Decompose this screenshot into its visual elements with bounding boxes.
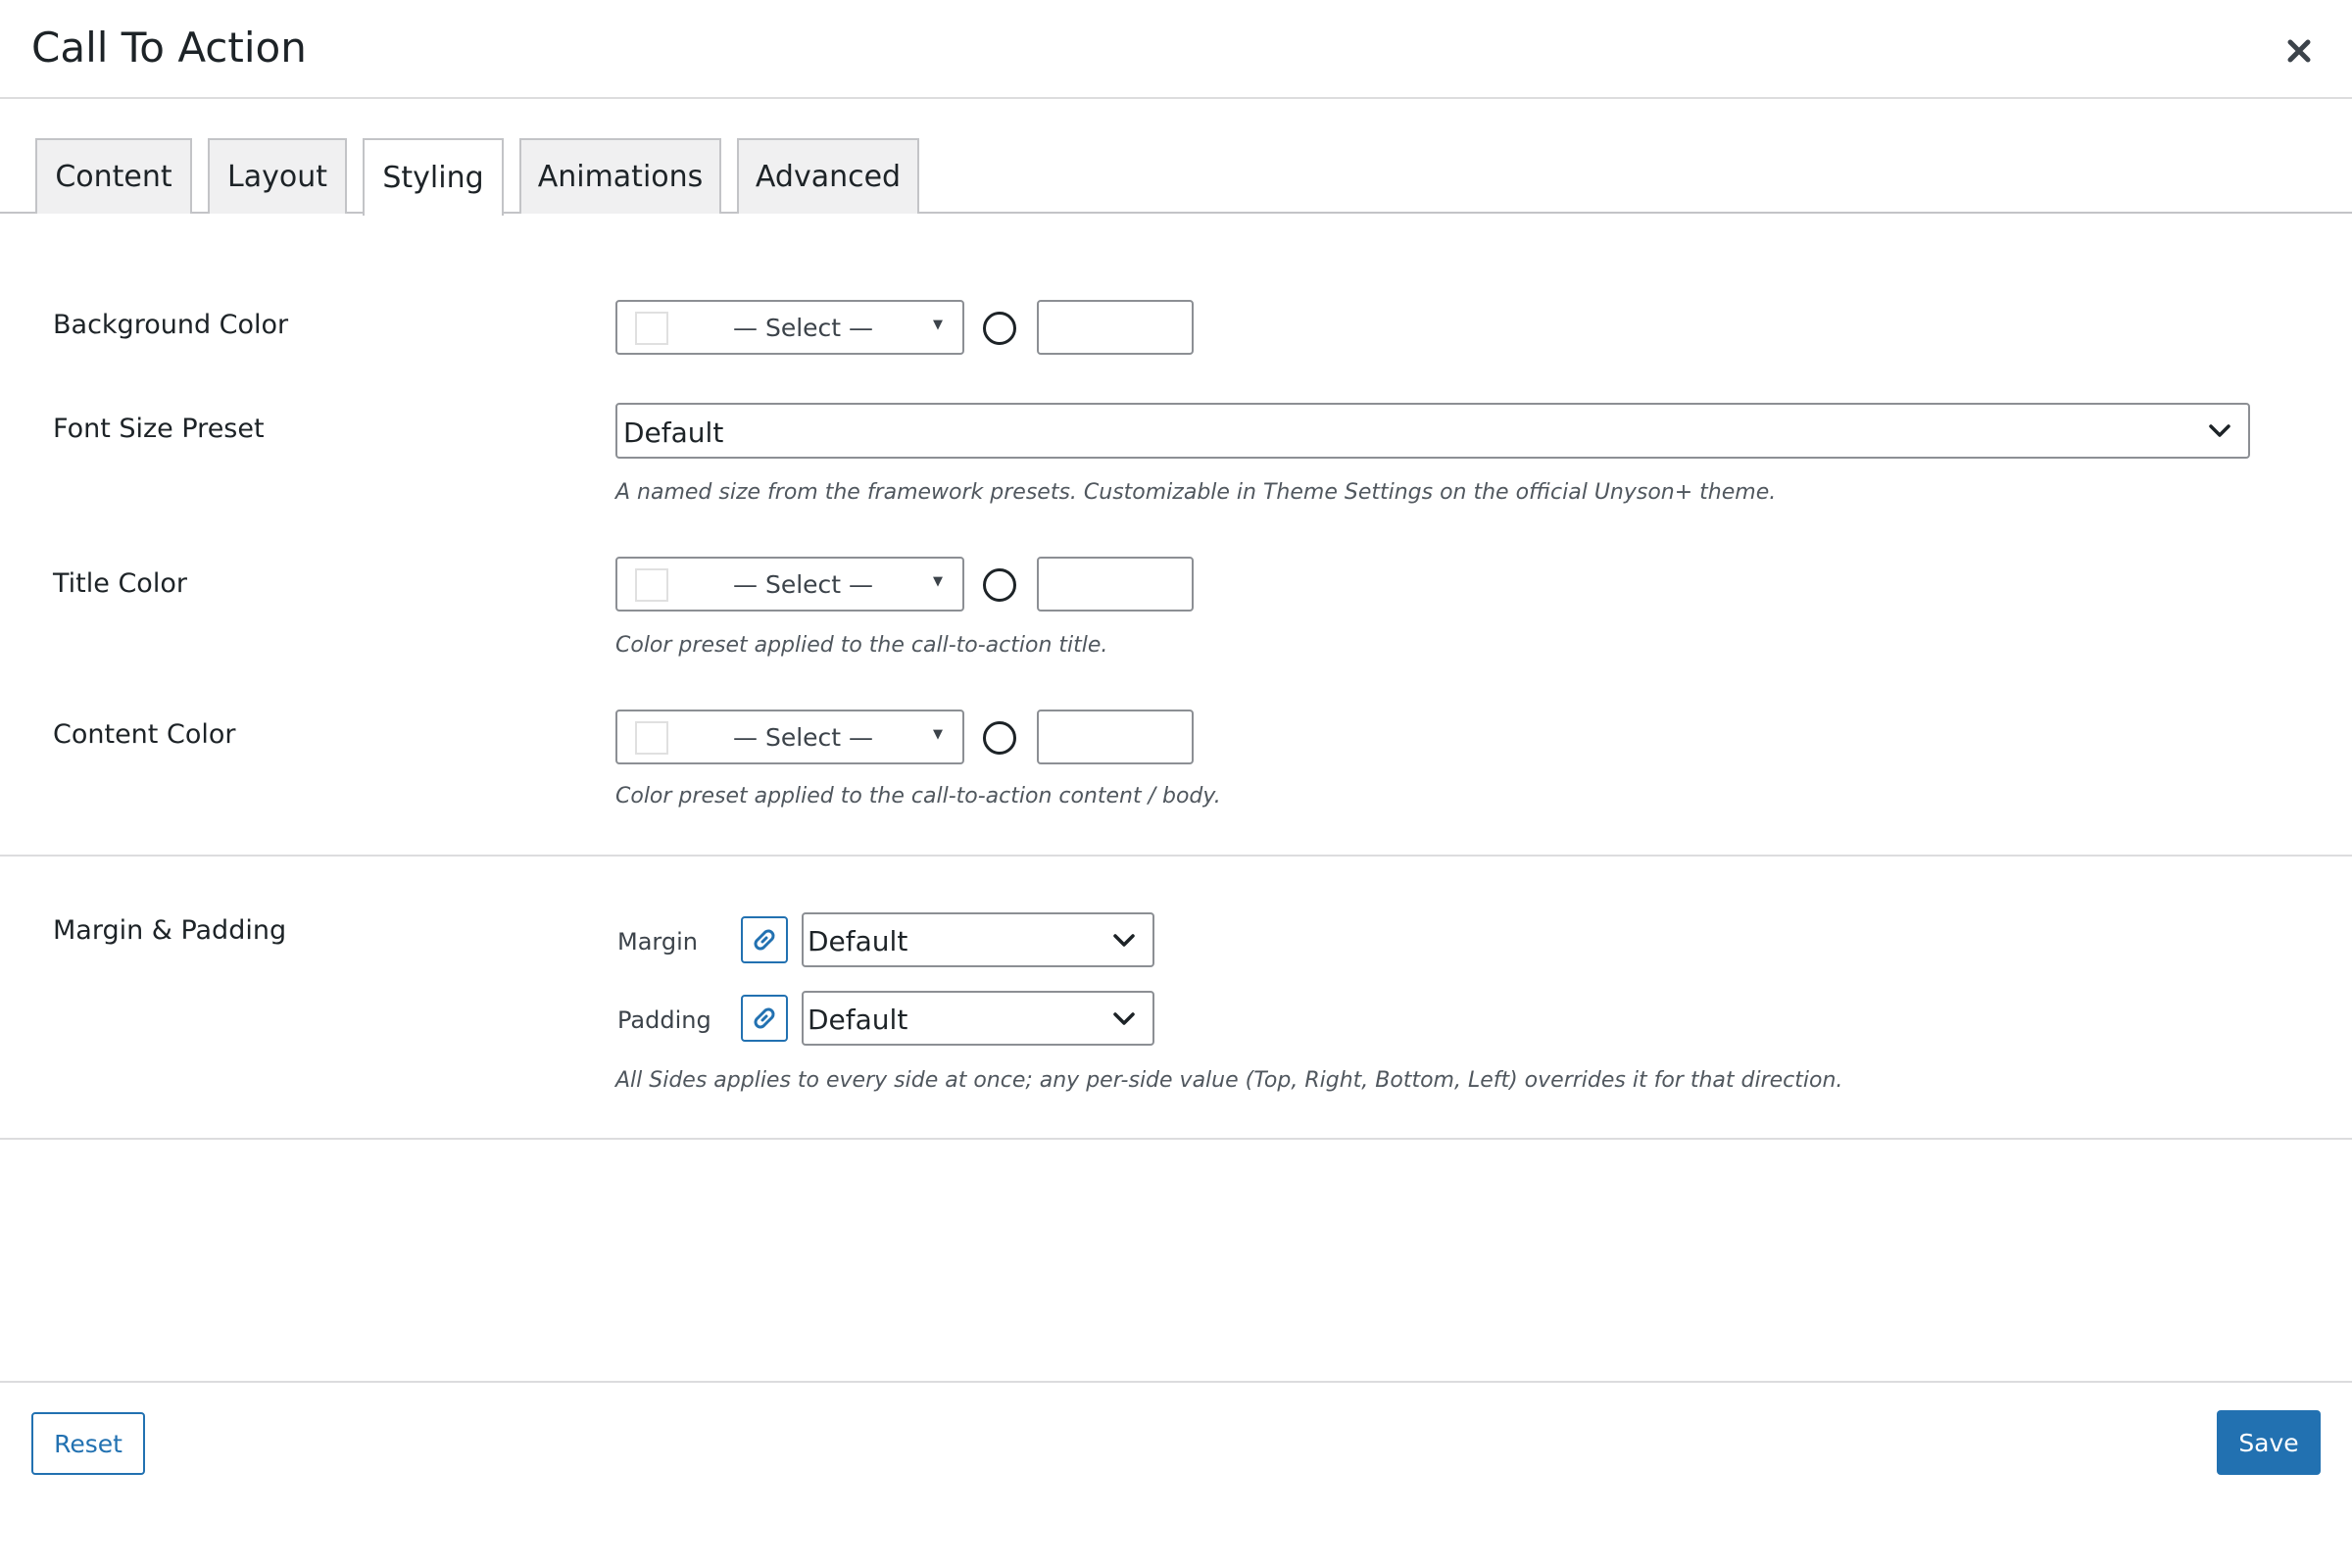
title-color-help: Color preset applied to the call-to-acti… <box>615 633 1108 658</box>
content-color-help: Color preset applied to the call-to-acti… <box>615 784 1221 808</box>
margin-padding-label: Margin & Padding <box>53 915 287 946</box>
background-color-label: Background Color <box>53 310 289 340</box>
title-color-select[interactable]: — Select — ▼ <box>615 557 964 612</box>
tab-content[interactable]: Content <box>35 138 192 214</box>
close-button[interactable] <box>2276 27 2323 74</box>
content-color-select[interactable]: — Select — ▼ <box>615 710 964 764</box>
font-size-preset-label: Font Size Preset <box>53 414 265 444</box>
content-color-custom-input[interactable] <box>1037 710 1194 764</box>
modal-header: Call To Action <box>0 0 2352 99</box>
chevron-down-icon <box>2209 424 2230 437</box>
close-icon <box>2287 39 2311 63</box>
background-color-select-text: — Select — <box>733 314 874 342</box>
title-color-custom-input[interactable] <box>1037 557 1194 612</box>
background-color-custom-input[interactable] <box>1037 300 1194 355</box>
content-color-select-text: — Select — <box>733 723 874 752</box>
tab-animations[interactable]: Animations <box>519 138 721 214</box>
tab-layout[interactable]: Layout <box>208 138 347 214</box>
tab-content-label: Content <box>55 160 172 194</box>
tab-styling[interactable]: Styling <box>363 138 504 216</box>
font-size-preset-help: A named size from the framework presets.… <box>615 480 1777 505</box>
save-button[interactable]: Save <box>2217 1410 2321 1475</box>
tab-advanced-label: Advanced <box>755 160 902 194</box>
content-color-custom-radio[interactable] <box>983 721 1016 755</box>
font-size-preset-select[interactable]: Default <box>615 403 2250 459</box>
background-color-select[interactable]: — Select — ▼ <box>615 300 964 355</box>
content-color-label: Content Color <box>53 719 236 750</box>
reset-button[interactable]: Reset <box>31 1412 145 1475</box>
margin-value: Default <box>808 925 908 957</box>
link-icon <box>754 1007 775 1029</box>
title-color-custom-radio[interactable] <box>983 568 1016 602</box>
margin-link-button[interactable] <box>741 916 788 963</box>
margin-padding-help: All Sides applies to every side at once;… <box>615 1068 1843 1093</box>
tab-advanced[interactable]: Advanced <box>737 138 919 214</box>
caret-down-icon: ▼ <box>933 727 943 742</box>
margin-select[interactable]: Default <box>802 912 1154 967</box>
title-color-select-text: — Select — <box>733 570 874 599</box>
padding-select[interactable]: Default <box>802 991 1154 1046</box>
section-divider <box>0 855 2352 857</box>
color-swatch <box>635 312 668 345</box>
padding-link-button[interactable] <box>741 995 788 1042</box>
chevron-down-icon <box>1113 1012 1135 1025</box>
caret-down-icon: ▼ <box>933 574 943 589</box>
section-divider <box>0 1138 2352 1140</box>
background-color-custom-radio[interactable] <box>983 312 1016 345</box>
link-icon <box>754 929 775 951</box>
chevron-down-icon <box>1113 934 1135 947</box>
margin-label: Margin <box>617 928 698 956</box>
tabs-bar <box>0 99 2352 214</box>
padding-label: Padding <box>617 1006 711 1034</box>
padding-value: Default <box>808 1004 908 1036</box>
color-swatch <box>635 721 668 755</box>
caret-down-icon: ▼ <box>933 318 943 332</box>
tab-animations-label: Animations <box>537 160 704 194</box>
title-color-label: Title Color <box>53 568 187 599</box>
modal-title: Call To Action <box>31 24 307 72</box>
color-swatch <box>635 568 668 602</box>
footer-divider <box>0 1381 2352 1383</box>
font-size-preset-value: Default <box>623 416 724 449</box>
tab-styling-label: Styling <box>382 161 484 195</box>
tab-layout-label: Layout <box>227 160 327 194</box>
